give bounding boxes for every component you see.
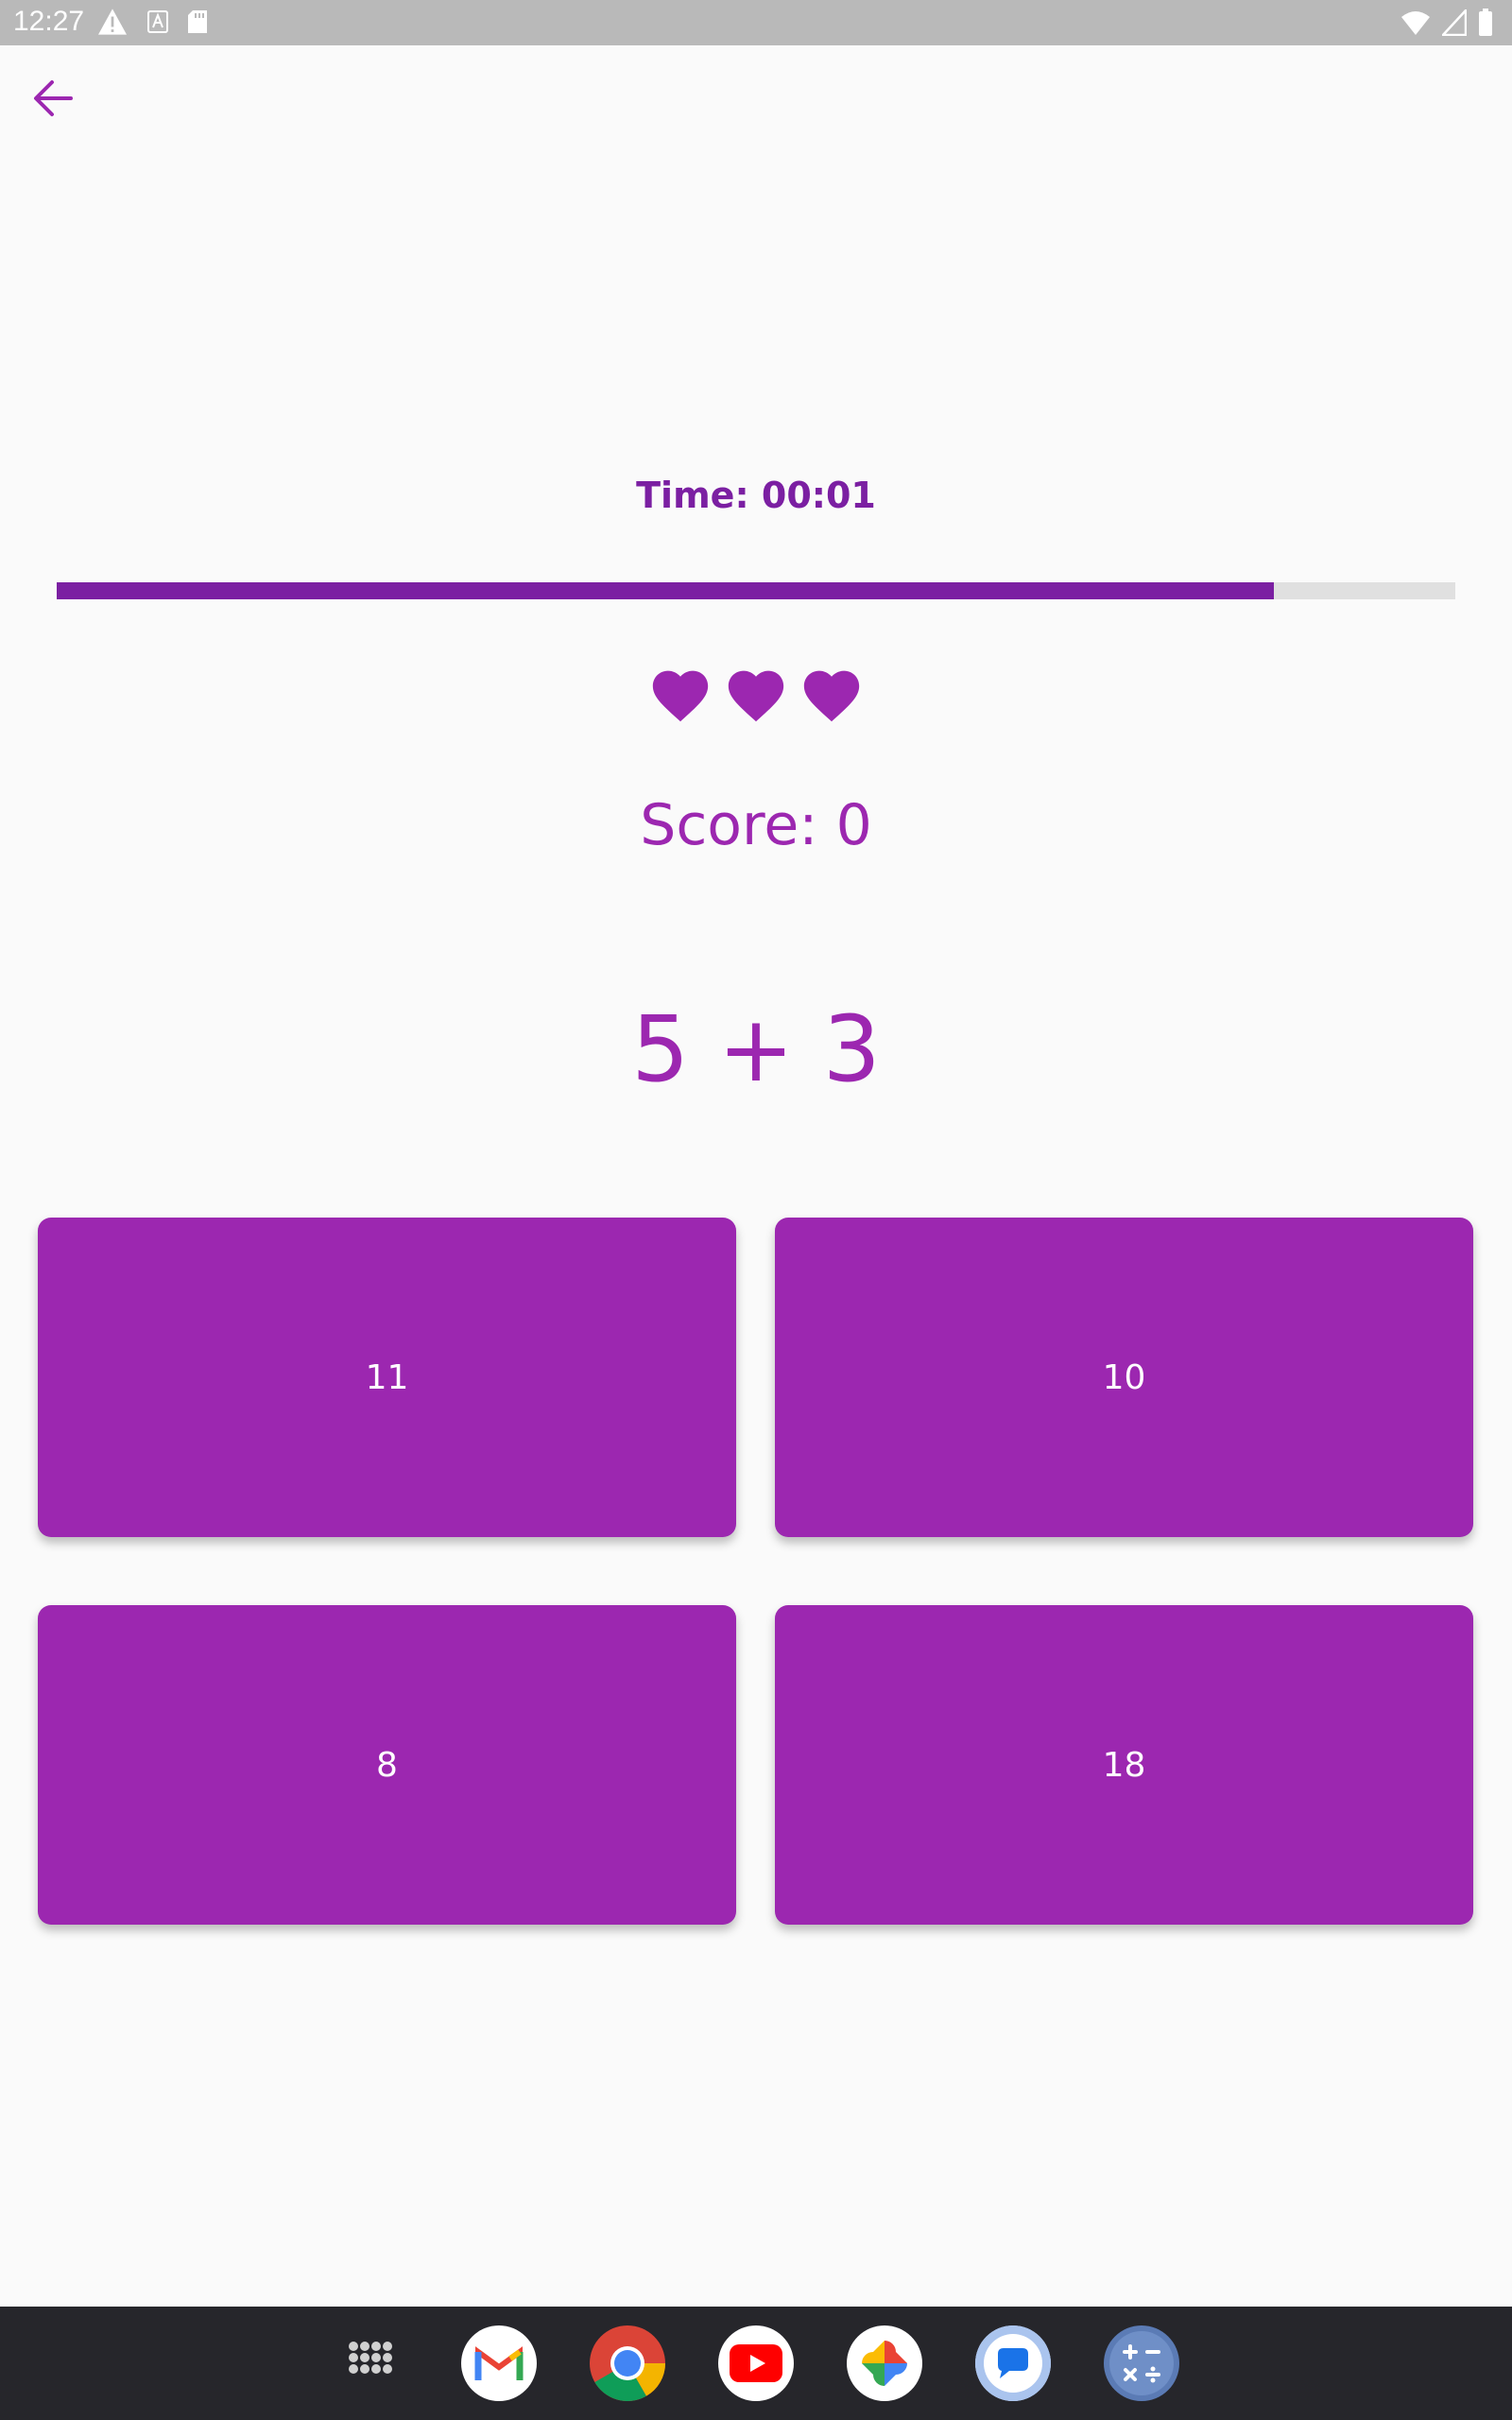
cell-signal-icon	[1442, 9, 1467, 36]
photos-icon	[862, 2341, 907, 2386]
gmail-icon	[474, 2346, 524, 2380]
heart-icon	[803, 670, 860, 722]
status-bar: 12:27	[0, 0, 1512, 45]
youtube-app[interactable]	[718, 2325, 794, 2401]
status-time: 12:27	[13, 6, 85, 37]
gmail-app[interactable]	[461, 2325, 537, 2401]
time-progress-bar	[57, 582, 1455, 599]
question-text: 5 + 3	[631, 996, 881, 1102]
answer-button-4[interactable]: 18	[775, 1605, 1473, 1925]
score-label: Score: 0	[640, 792, 872, 858]
back-button[interactable]	[25, 70, 81, 127]
app-drawer-button[interactable]	[333, 2325, 408, 2401]
photos-app[interactable]	[847, 2325, 922, 2401]
wifi-icon	[1401, 11, 1430, 35]
chrome-icon	[590, 2325, 665, 2401]
text-a-icon	[147, 10, 168, 33]
time-progress-fill	[57, 582, 1274, 599]
messages-app[interactable]	[975, 2325, 1051, 2401]
answer-button-3[interactable]: 8	[38, 1605, 736, 1925]
battery-icon	[1479, 9, 1492, 36]
warning-icon	[98, 9, 127, 35]
answer-button-1[interactable]: 11	[38, 1218, 736, 1537]
messages-icon	[975, 2325, 1051, 2401]
taskbar	[0, 2307, 1512, 2420]
status-icons-right	[1400, 9, 1493, 37]
arrow-back-icon	[34, 80, 73, 116]
app-dock	[0, 2307, 1512, 2420]
heart-icon	[728, 670, 784, 722]
status-icons-left	[96, 8, 208, 36]
calculator-icon	[1104, 2325, 1179, 2401]
lives-row	[0, 662, 1512, 724]
sd-card-icon	[188, 10, 207, 33]
heart-icon	[652, 670, 709, 722]
youtube-icon	[730, 2344, 782, 2382]
timer-label: Time: 00:01	[636, 475, 876, 516]
answer-button-2[interactable]: 10	[775, 1218, 1473, 1537]
calculator-app[interactable]	[1104, 2325, 1179, 2401]
chrome-app[interactable]	[590, 2325, 665, 2401]
app-drawer-icon	[349, 2342, 392, 2374]
game-screen: 12:27 Time: 00:01 Score: 0 5 + 3 11 10 8…	[0, 0, 1512, 2420]
